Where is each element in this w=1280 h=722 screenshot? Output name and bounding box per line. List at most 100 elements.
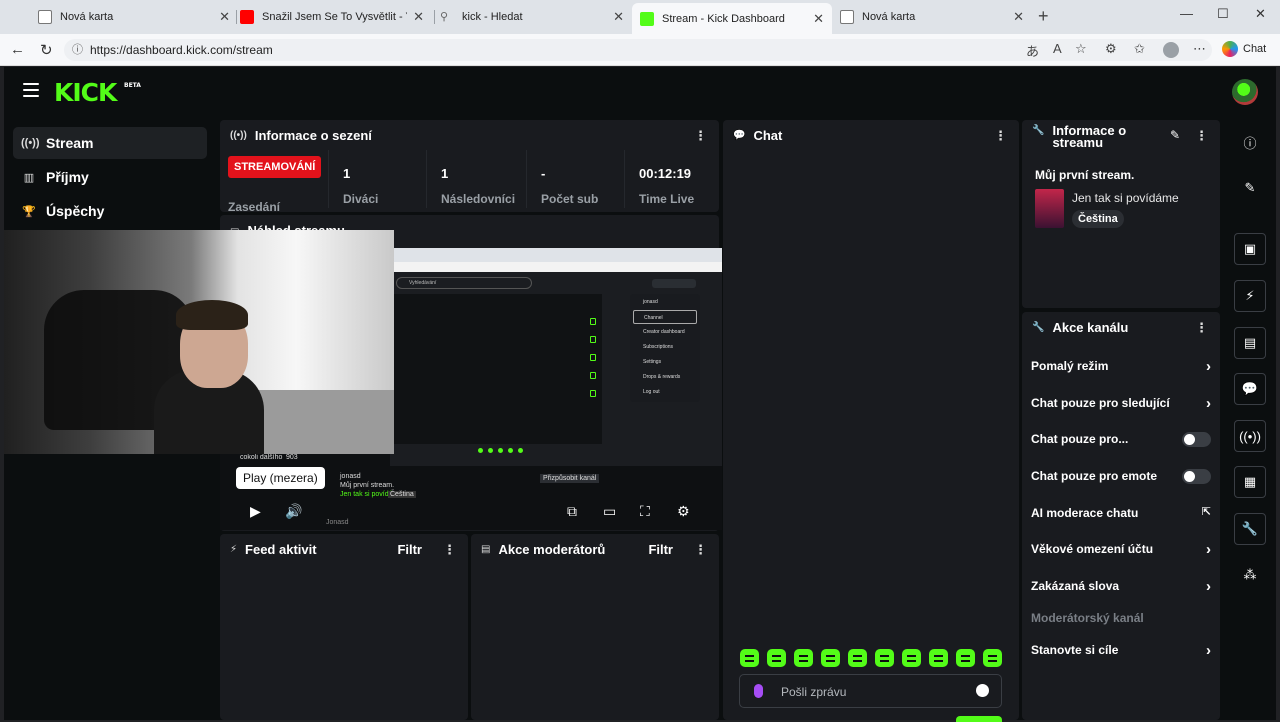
favorites-icon[interactable]: ✩ xyxy=(1134,41,1145,57)
nodes-icon[interactable]: ⁂ xyxy=(1234,559,1266,591)
wrench-icon[interactable]: 🔧 xyxy=(1234,513,1266,545)
site-info-icon[interactable]: ⓘ xyxy=(72,39,83,61)
browser-tab[interactable]: Nová karta ✕ xyxy=(30,4,238,30)
maximize-icon[interactable]: ☐ xyxy=(1217,6,1229,22)
favorite-icon[interactable]: ☆ xyxy=(1075,41,1087,57)
close-icon[interactable]: ✕ xyxy=(1013,9,1024,25)
stream-category[interactable]: Jen tak si povídáme xyxy=(1072,191,1179,205)
layout-icon[interactable]: ▦ xyxy=(1234,466,1266,498)
more-icon[interactable]: ⋯ xyxy=(1193,41,1206,57)
toggle-switch[interactable] xyxy=(1182,469,1211,484)
emote-icon[interactable] xyxy=(848,649,867,667)
translate-icon[interactable]: あ xyxy=(1026,41,1039,60)
theater-icon[interactable]: ▭ xyxy=(603,503,616,520)
action-set-goals[interactable]: Stanovte si cíle › xyxy=(1031,640,1211,660)
sidebar-item-label: Příjmy xyxy=(46,169,89,185)
stat-viewers: 1 Diváci xyxy=(328,150,426,208)
stat-label: Počet sub xyxy=(541,192,599,206)
chat-panel: 💬 Chat ⋮ xyxy=(723,120,1019,720)
reload-icon[interactable]: ↻ xyxy=(40,41,53,59)
action-banned-words[interactable]: Zakázaná slova › xyxy=(1031,576,1211,596)
menu-icon[interactable] xyxy=(23,83,39,97)
emote-icon[interactable] xyxy=(956,649,975,667)
copilot-icon xyxy=(1222,41,1238,57)
close-icon[interactable]: ✕ xyxy=(219,9,230,25)
more-options-icon[interactable]: ⋮ xyxy=(694,542,707,558)
emote-icon[interactable] xyxy=(740,649,759,667)
read-aloud-icon[interactable]: A xyxy=(1053,41,1062,56)
extensions-icon[interactable]: ⚙ xyxy=(1105,41,1117,57)
emote-icon[interactable] xyxy=(929,649,948,667)
emote-icon[interactable] xyxy=(794,649,813,667)
url-field[interactable]: ⓘ https://dashboard.kick.com/stream xyxy=(64,39,1212,61)
action-followers-only[interactable]: Chat pouze pro sledující › xyxy=(1031,393,1211,413)
copilot-chat-button[interactable]: Chat xyxy=(1222,41,1266,57)
close-icon[interactable]: ✕ xyxy=(813,11,824,27)
play-tooltip: Play (mezera) xyxy=(236,467,325,489)
chat-button-label: Chat xyxy=(1243,43,1267,55)
emote-icon[interactable] xyxy=(875,649,894,667)
volume-icon[interactable]: 🔊 xyxy=(285,503,302,520)
webcam-overlay xyxy=(4,230,394,454)
notes-icon[interactable]: ▤ xyxy=(1234,327,1266,359)
action-mod-channel: Moderátorský kanál xyxy=(1031,608,1211,628)
new-tab-icon[interactable]: + xyxy=(1038,6,1049,27)
more-options-icon[interactable]: ⋮ xyxy=(1195,128,1208,144)
action-age-restriction[interactable]: Věkové omezení účtu › xyxy=(1031,539,1211,559)
action-ai-moderation[interactable]: AI moderace chatu ⇱ xyxy=(1031,503,1211,523)
more-options-icon[interactable]: ⋮ xyxy=(443,542,456,558)
chat-bubble-icon[interactable]: 💬 xyxy=(1234,373,1266,405)
browser-tab[interactable]: Snažil Jsem Se To Vysvětlit - YouTu ✕ xyxy=(232,4,432,30)
avatar[interactable] xyxy=(1232,79,1258,105)
minimize-icon[interactable]: — xyxy=(1180,6,1193,21)
kick-dashboard: KICK BETA ((•)) Stream ▥ Příjmy 🏆 Úspěchy… xyxy=(4,67,1276,722)
stat-followers: 1 Následovníci xyxy=(426,150,526,208)
address-bar-row: ← ↻ ⓘ https://dashboard.kick.com/stream … xyxy=(0,34,1280,66)
send-button[interactable] xyxy=(956,716,1002,722)
notes-icon: ▤ xyxy=(481,543,491,555)
emote-icon[interactable] xyxy=(821,649,840,667)
edit-icon[interactable]: ✎ xyxy=(1170,128,1180,142)
emoji-icon[interactable] xyxy=(976,684,989,697)
more-options-icon[interactable]: ⋮ xyxy=(694,128,707,144)
toggle-switch[interactable] xyxy=(1182,432,1211,447)
more-options-icon[interactable]: ⋮ xyxy=(1195,320,1208,336)
profile-icon[interactable] xyxy=(1163,42,1179,58)
action-label: Věkové omezení účtu xyxy=(1031,542,1154,556)
wrench-icon: 🔧 xyxy=(1032,125,1045,136)
action-label: Stanovte si cíle xyxy=(1031,643,1119,657)
chat-message-input[interactable]: Pošli zprávu xyxy=(739,674,1002,708)
stat-label: Následovníci xyxy=(441,192,516,206)
tab-title: kick - Hledat xyxy=(462,11,523,23)
emote-icon[interactable] xyxy=(767,649,786,667)
sidebar-item-revenue[interactable]: ▥ Příjmy xyxy=(13,161,207,193)
sidebar-item-achievements[interactable]: 🏆 Úspěchy xyxy=(13,195,207,227)
edit-icon[interactable]: ✎ xyxy=(1234,172,1266,204)
more-options-icon[interactable]: ⋮ xyxy=(994,128,1007,144)
sidebar-item-label: Stream xyxy=(46,135,94,151)
kick-logo[interactable]: KICK BETA xyxy=(54,78,141,107)
browser-tab[interactable]: ⚲ kick - Hledat ✕ xyxy=(432,4,632,30)
info-icon[interactable]: ⓘ xyxy=(1234,126,1266,158)
back-icon[interactable]: ← xyxy=(10,41,25,58)
close-window-icon[interactable]: ✕ xyxy=(1255,6,1266,22)
browser-tab-active[interactable]: Stream - Kick Dashboard ✕ xyxy=(632,3,832,34)
play-icon[interactable]: ▶ xyxy=(250,503,261,520)
close-icon[interactable]: ✕ xyxy=(413,9,424,25)
sidebar-item-stream[interactable]: ((•)) Stream xyxy=(13,127,207,159)
fullscreen-icon[interactable]: ⛶ xyxy=(640,503,650,520)
lightning-icon[interactable]: ⚡ xyxy=(1234,280,1266,312)
filter-button[interactable]: Filtr xyxy=(648,542,673,557)
close-icon[interactable]: ✕ xyxy=(613,9,624,25)
action-slow-mode[interactable]: Pomalý režim › xyxy=(1031,356,1211,376)
pip-icon[interactable]: ⧉ xyxy=(567,503,577,520)
microphone-icon[interactable] xyxy=(754,684,763,698)
browser-tab[interactable]: Nová karta ✕ xyxy=(832,4,1032,30)
settings-icon[interactable]: ⚙ xyxy=(677,503,690,520)
screen-icon[interactable]: ▣ xyxy=(1234,233,1266,265)
emote-icon[interactable] xyxy=(902,649,921,667)
filter-button[interactable]: Filtr xyxy=(397,542,422,557)
broadcast-icon[interactable]: ((•)) xyxy=(1234,420,1266,452)
emote-icon[interactable] xyxy=(983,649,1002,667)
lightning-icon: ⚡ xyxy=(230,543,238,555)
